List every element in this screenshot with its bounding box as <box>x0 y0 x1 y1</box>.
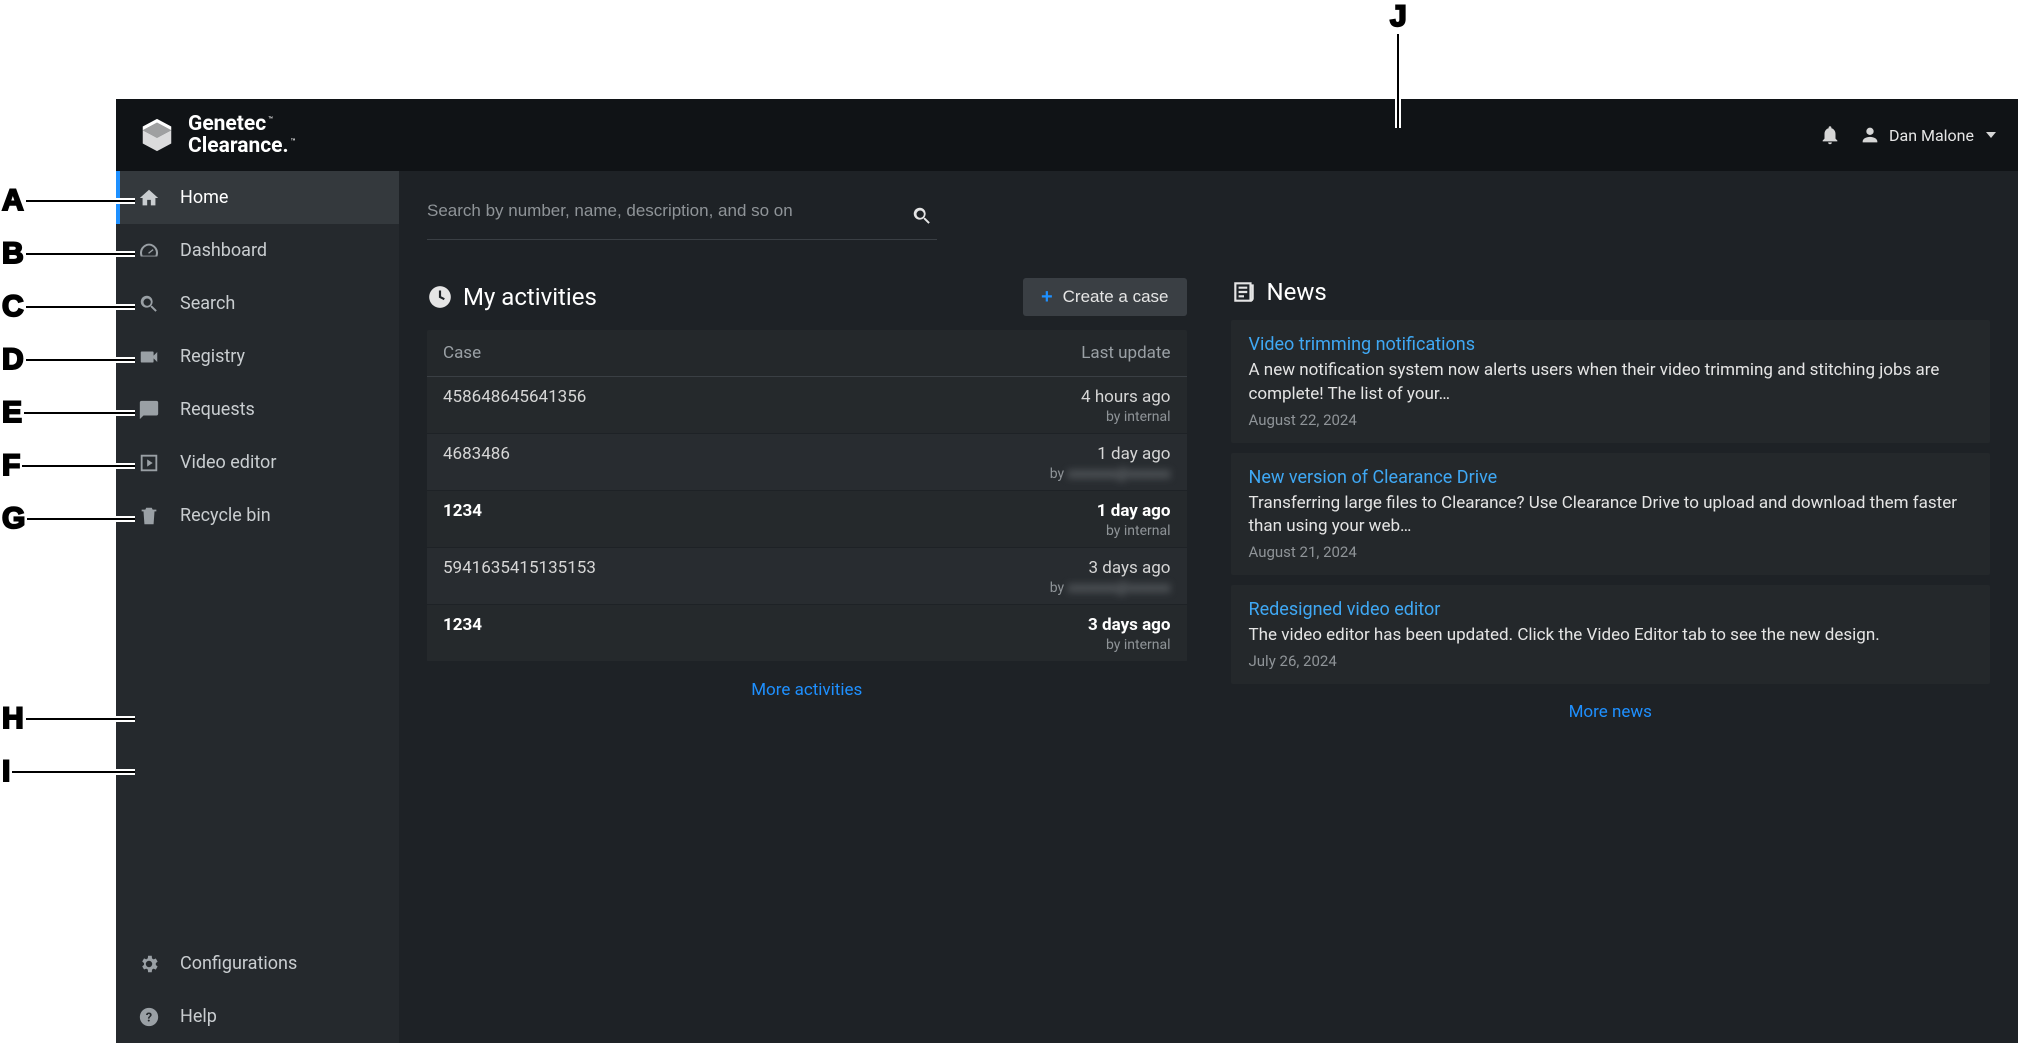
callout-C: C <box>0 290 135 324</box>
sidebar-item-label: Video editor <box>180 452 276 473</box>
user-icon <box>1859 124 1881 146</box>
case-by: by xxxxxxx@xxxxxx <box>971 580 1171 596</box>
gauge-icon <box>138 240 160 262</box>
help-icon: ? <box>138 1006 160 1028</box>
callout-H: H <box>0 702 135 736</box>
sidebar-item-label: Requests <box>180 399 255 420</box>
app-header: Genetec™ Clearance.™ Dan Malone <box>116 99 2018 171</box>
svg-text:?: ? <box>146 1010 152 1025</box>
user-name: Dan Malone <box>1889 126 1974 145</box>
activity-row[interactable]: 5941635415135153 3 days ago by xxxxxxx@xxx… <box>427 548 1187 605</box>
case-time: 1 day ago <box>971 444 1171 464</box>
news-item-title[interactable]: Video trimming notifications <box>1249 334 1973 355</box>
clock-icon <box>427 284 453 310</box>
news-column: News Video trimming notifications A new n… <box>1231 278 1991 734</box>
case-id: 1234 <box>443 501 482 521</box>
news-item-date: August 22, 2024 <box>1249 411 1973 429</box>
case-time: 3 days ago <box>971 558 1171 578</box>
activities-header-row: Case Last update <box>427 330 1187 377</box>
case-time: 3 days ago <box>971 615 1171 635</box>
app-window: Genetec™ Clearance.™ Dan Malone Home <box>116 99 2018 1043</box>
sidebar-item-label: Search <box>180 293 235 314</box>
sidebar-item-label: Registry <box>180 346 245 367</box>
gear-icon <box>138 953 160 975</box>
sidebar-item-label: Configurations <box>180 953 297 974</box>
sidebar: Home Dashboard Search Registry Requests <box>116 171 399 1043</box>
col-update-header: Last update <box>1011 343 1171 363</box>
search-container <box>427 191 937 240</box>
case-id: 458648645641356 <box>443 387 586 407</box>
activity-row[interactable]: 458648645641356 4 hours ago by internal <box>427 377 1187 434</box>
activity-row[interactable]: 1234 3 days ago by internal <box>427 605 1187 662</box>
create-case-button[interactable]: + Create a case <box>1023 278 1187 316</box>
search-input[interactable] <box>427 191 937 239</box>
sidebar-item-registry[interactable]: Registry <box>116 330 399 383</box>
sidebar-item-requests[interactable]: Requests <box>116 383 399 436</box>
col-case-header: Case <box>443 343 1011 363</box>
bell-icon[interactable] <box>1819 124 1841 146</box>
activity-row[interactable]: 4683486 1 day ago by xxxxxxx@xxxxxx <box>427 434 1187 491</box>
activities-title: My activities <box>427 283 597 311</box>
play-box-icon <box>138 452 160 474</box>
case-id: 1234 <box>443 615 482 635</box>
callout-A: A <box>0 184 135 218</box>
news-item[interactable]: Video trimming notifications A new notifi… <box>1231 320 1991 443</box>
news-item-date: July 26, 2024 <box>1249 652 1973 670</box>
case-time: 4 hours ago <box>971 387 1171 407</box>
callout-E: E <box>0 396 135 430</box>
news-item-date: August 21, 2024 <box>1249 543 1973 561</box>
activity-row[interactable]: 1234 1 day ago by internal <box>427 491 1187 548</box>
case-id: 5941635415135153 <box>443 558 596 578</box>
news-item-desc: Transferring large files to Clearance? U… <box>1249 492 1973 540</box>
callout-I: I <box>0 755 135 789</box>
chevron-down-icon <box>1986 132 1996 138</box>
sidebar-item-videoeditor[interactable]: Video editor <box>116 436 399 489</box>
camera-icon <box>138 346 160 368</box>
sidebar-item-label: Dashboard <box>180 240 267 261</box>
chat-icon <box>138 399 160 421</box>
search-icon <box>138 293 160 315</box>
callout-B: B <box>0 237 135 271</box>
case-time: 1 day ago <box>971 501 1171 521</box>
news-item-desc: A new notification system now alerts use… <box>1249 359 1973 407</box>
sidebar-item-home[interactable]: Home <box>116 171 399 224</box>
case-by: by internal <box>971 409 1171 425</box>
brand-line1: Genetec <box>188 112 266 136</box>
brand: Genetec™ Clearance.™ <box>138 113 296 157</box>
news-item-title[interactable]: New version of Clearance Drive <box>1249 467 1973 488</box>
sidebar-item-label: Recycle bin <box>180 505 271 526</box>
news-item[interactable]: Redesigned video editor The video editor … <box>1231 585 1991 684</box>
case-by: by internal <box>971 637 1171 653</box>
sidebar-item-recyclebin[interactable]: Recycle bin <box>116 489 399 542</box>
callout-F: F <box>0 449 135 483</box>
more-news-link[interactable]: More news <box>1569 702 1652 722</box>
sidebar-item-configurations[interactable]: Configurations <box>116 937 399 990</box>
plus-icon: + <box>1041 287 1053 307</box>
news-item[interactable]: New version of Clearance Drive Transferri… <box>1231 453 1991 576</box>
news-title: News <box>1231 278 1327 306</box>
activities-column: My activities + Create a case Case Last … <box>427 278 1187 712</box>
news-item-desc: The video editor has been updated. Click… <box>1249 624 1973 648</box>
case-by: by internal <box>971 523 1171 539</box>
sidebar-item-help[interactable]: ? Help <box>116 990 399 1043</box>
more-activities-link[interactable]: More activities <box>751 680 862 700</box>
home-icon <box>138 187 160 209</box>
sidebar-item-label: Home <box>180 187 228 208</box>
sidebar-item-label: Help <box>180 1006 217 1027</box>
case-by: by xxxxxxx@xxxxxx <box>971 466 1171 482</box>
activities-table: Case Last update 458648645641356 4 hours … <box>427 330 1187 662</box>
trash-icon <box>138 505 160 527</box>
newspaper-icon <box>1231 279 1257 305</box>
callout-D: D <box>0 343 135 377</box>
brand-logo-icon <box>138 116 176 154</box>
brand-line2: Clearance. <box>188 134 289 158</box>
callout-G: G <box>0 502 135 536</box>
sidebar-item-dashboard[interactable]: Dashboard <box>116 224 399 277</box>
search-button[interactable] <box>911 205 933 227</box>
news-item-title[interactable]: Redesigned video editor <box>1249 599 1973 620</box>
user-menu[interactable]: Dan Malone <box>1859 124 1996 146</box>
sidebar-item-search[interactable]: Search <box>116 277 399 330</box>
main-content: My activities + Create a case Case Last … <box>399 171 2018 1043</box>
case-id: 4683486 <box>443 444 510 464</box>
